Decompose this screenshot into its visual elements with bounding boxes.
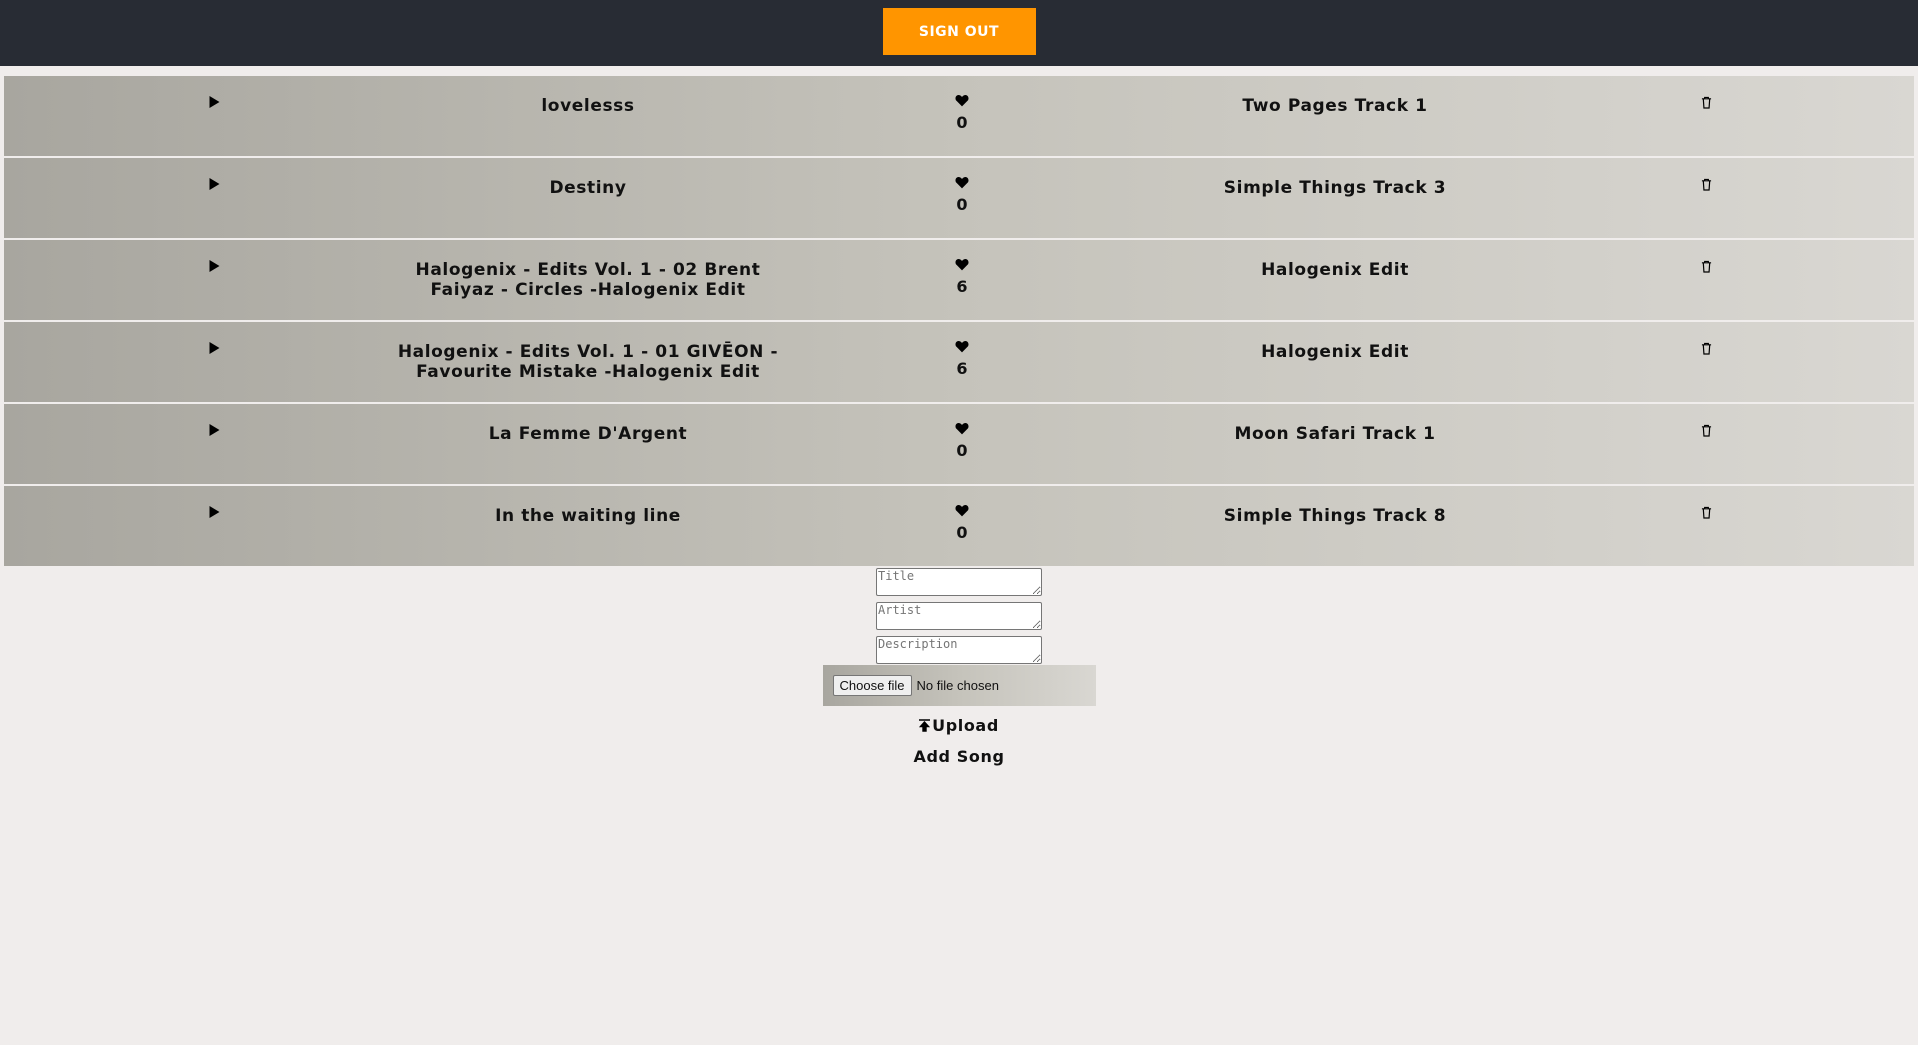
like-count: 0 (956, 113, 968, 132)
artist-field[interactable] (876, 602, 1042, 630)
top-bar: SIGN OUT (0, 0, 1918, 66)
song-album: Simple Things Track 8 (1223, 506, 1447, 526)
trash-icon[interactable] (1697, 93, 1715, 111)
song-album: Halogenix Edit (1261, 342, 1409, 362)
song-title: Halogenix - Edits Vol. 1 - 02 Brent Faiy… (415, 260, 761, 300)
trash-icon[interactable] (1697, 339, 1715, 357)
song-row: Halogenix - Edits Vol. 1 - 01 GIVĒON - F… (4, 322, 1914, 402)
sign-out-button[interactable]: SIGN OUT (882, 8, 1036, 55)
trash-icon[interactable] (1697, 421, 1715, 439)
song-title: Halogenix - Edits Vol. 1 - 01 GIVĒON - F… (397, 342, 779, 382)
song-title: Destiny (549, 178, 627, 198)
like-control: 6 (949, 258, 975, 295)
like-control: 0 (949, 94, 975, 131)
song-list: lovelesss 0 Two Pages Track 1 Destiny 0 … (0, 66, 1918, 566)
choose-file-button[interactable]: Choose file (832, 675, 912, 696)
file-input: Choose file No file chosen (822, 665, 1096, 706)
song-row: Destiny 0 Simple Things Track 3 (4, 158, 1914, 238)
title-field[interactable] (876, 568, 1042, 596)
song-album: Two Pages Track 1 (1242, 96, 1428, 116)
like-count: 6 (956, 359, 968, 378)
play-icon[interactable] (205, 339, 223, 357)
heart-icon[interactable] (949, 422, 975, 440)
song-row: In the waiting line 0 Simple Things Trac… (4, 486, 1914, 566)
song-title: In the waiting line (495, 506, 681, 526)
like-count: 0 (956, 195, 968, 214)
file-status: No file chosen (916, 678, 999, 693)
upload-button[interactable]: Upload (919, 716, 999, 735)
like-count: 6 (956, 277, 968, 296)
play-icon[interactable] (205, 93, 223, 111)
heart-icon[interactable] (949, 176, 975, 194)
like-control: 0 (949, 422, 975, 459)
add-song-button[interactable]: Add Song (913, 747, 1004, 766)
song-row: La Femme D'Argent 0 Moon Safari Track 1 (4, 404, 1914, 484)
play-icon[interactable] (205, 503, 223, 521)
trash-icon[interactable] (1697, 257, 1715, 275)
like-control: 0 (949, 176, 975, 213)
song-title: La Femme D'Argent (488, 424, 688, 444)
heart-icon[interactable] (949, 94, 975, 112)
heart-icon[interactable] (949, 340, 975, 358)
trash-icon[interactable] (1697, 175, 1715, 193)
like-count: 0 (956, 441, 968, 460)
song-row: lovelesss 0 Two Pages Track 1 (4, 76, 1914, 156)
play-icon[interactable] (205, 421, 223, 439)
heart-icon[interactable] (949, 504, 975, 522)
play-icon[interactable] (205, 175, 223, 193)
heart-icon[interactable] (949, 258, 975, 276)
upload-label: Upload (932, 716, 999, 735)
upload-icon (919, 719, 931, 732)
song-album: Halogenix Edit (1261, 260, 1409, 280)
play-icon[interactable] (205, 257, 223, 275)
description-field[interactable] (876, 636, 1042, 664)
like-count: 0 (956, 523, 968, 542)
song-row: Halogenix - Edits Vol. 1 - 02 Brent Faiy… (4, 240, 1914, 320)
like-control: 6 (949, 340, 975, 377)
song-title: lovelesss (541, 96, 635, 116)
like-control: 0 (949, 504, 975, 541)
song-album: Moon Safari Track 1 (1234, 424, 1436, 444)
trash-icon[interactable] (1697, 503, 1715, 521)
add-song-form: Choose file No file chosen Upload Add So… (0, 568, 1918, 766)
song-album: Simple Things Track 3 (1223, 178, 1447, 198)
